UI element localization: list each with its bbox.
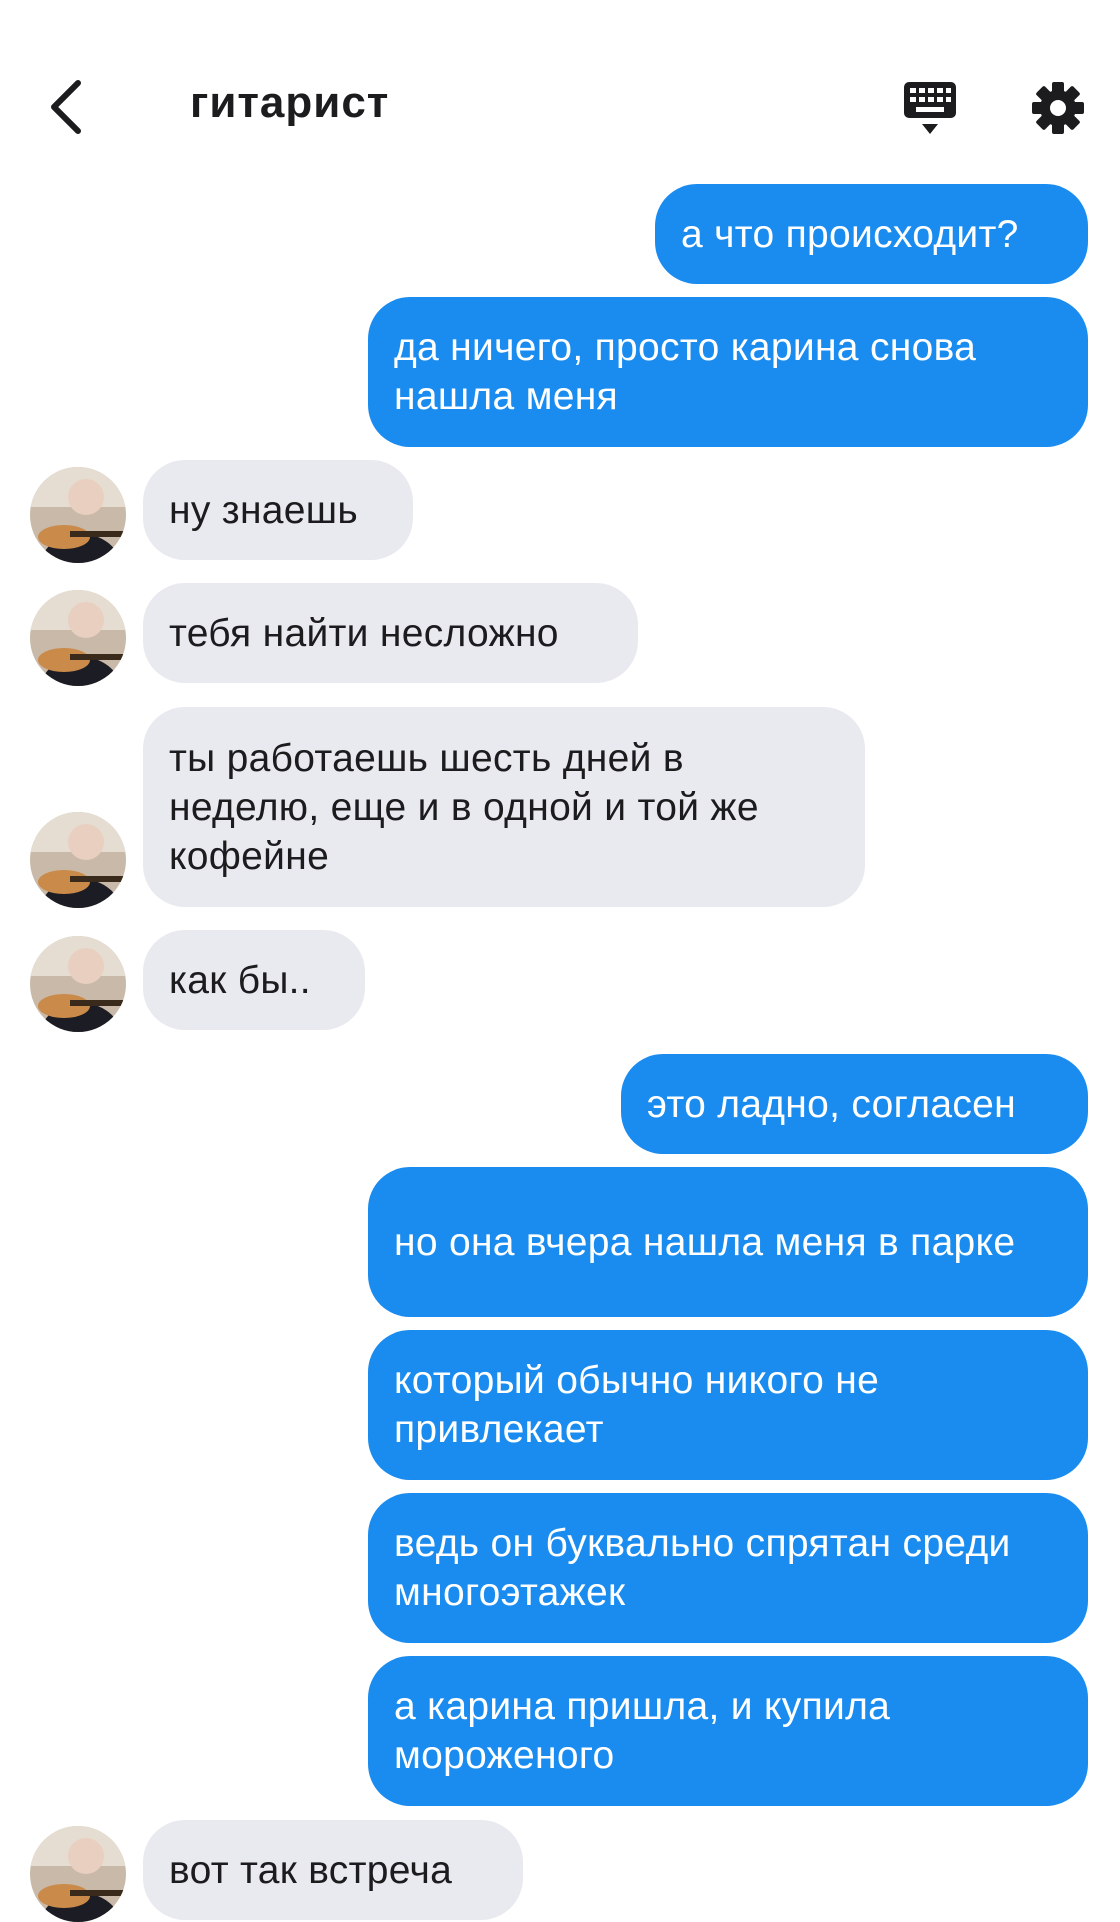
avatar[interactable] <box>30 467 126 563</box>
message-incoming[interactable]: вот так встреча <box>143 1820 523 1920</box>
message-incoming[interactable]: ты работаешь шесть дней в неделю, еще и … <box>143 707 865 907</box>
message-text: это ладно, согласен <box>647 1082 1016 1126</box>
message-text: вот так встреча <box>169 1848 453 1892</box>
avatar[interactable] <box>30 590 126 686</box>
message-incoming[interactable]: как бы.. <box>143 930 365 1030</box>
avatar-photo <box>30 1826 126 1922</box>
message-outgoing[interactable]: но она вчера нашла меня в парке <box>368 1167 1088 1317</box>
message-text: который обычно никого не привлекает <box>394 1359 880 1451</box>
message-incoming[interactable]: тебя найти несложно <box>143 583 638 683</box>
message-text: тебя найти несложно <box>169 611 559 655</box>
message-text: а карина пришла, и купила мороженого <box>394 1685 891 1777</box>
avatar[interactable] <box>30 812 126 908</box>
message-outgoing[interactable]: а карина пришла, и купила мороженого <box>368 1656 1088 1806</box>
message-outgoing[interactable]: который обычно никого не привлекает <box>368 1330 1088 1480</box>
message-outgoing[interactable]: да ничего, просто карина снова нашла мен… <box>368 297 1088 447</box>
message-outgoing[interactable]: ведь он буквально спрятан среди многоэта… <box>368 1493 1088 1643</box>
message-outgoing[interactable]: а что происходит? <box>655 184 1088 284</box>
avatar-photo <box>30 590 126 686</box>
message-text: ну знаешь <box>169 488 358 532</box>
avatar[interactable] <box>30 936 126 1032</box>
message-text: ведь он буквально спрятан среди многоэта… <box>394 1522 1011 1614</box>
message-list: а что происходит? да ничего, просто кари… <box>0 0 1120 1922</box>
message-text: да ничего, просто карина снова нашла мен… <box>394 326 977 418</box>
avatar[interactable] <box>30 1826 126 1922</box>
avatar-photo <box>30 467 126 563</box>
message-text: но она вчера нашла меня в парке <box>394 1220 1016 1264</box>
avatar-photo <box>30 936 126 1032</box>
avatar-photo <box>30 812 126 908</box>
message-text: как бы.. <box>169 958 311 1002</box>
message-text: ты работаешь шесть дней в неделю, еще и … <box>169 736 759 878</box>
message-outgoing[interactable]: это ладно, согласен <box>621 1054 1088 1154</box>
message-text: а что происходит? <box>681 212 1019 256</box>
message-incoming[interactable]: ну знаешь <box>143 460 413 560</box>
